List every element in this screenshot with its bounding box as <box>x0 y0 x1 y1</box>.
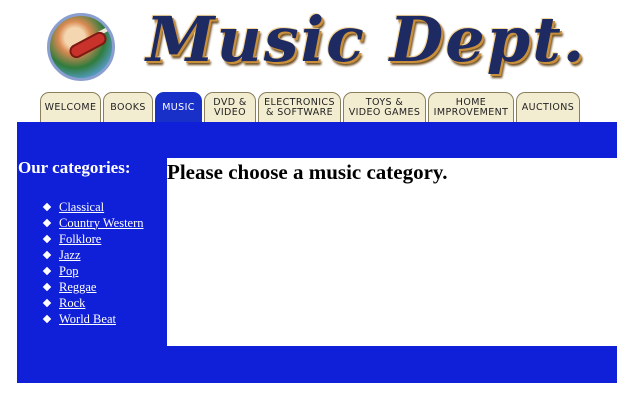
page-title: Music Dept. <box>146 3 587 76</box>
bullet-icon <box>42 202 52 212</box>
list-item: World Beat <box>42 311 144 327</box>
bullet-icon <box>42 282 52 292</box>
list-item: Country Western <box>42 215 144 231</box>
list-item: Reggae <box>42 279 144 295</box>
tab-music[interactable]: MUSIC <box>155 92 202 122</box>
page: Music Dept. WELCOME BOOKS MUSIC DVD & VI… <box>0 0 640 400</box>
category-link-reggae[interactable]: Reggae <box>59 280 96 295</box>
category-link-world-beat[interactable]: World Beat <box>59 312 116 327</box>
guitar-logo-icon <box>47 13 115 81</box>
main-content: Please choose a music category. <box>167 158 617 346</box>
category-link-pop[interactable]: Pop <box>59 264 78 279</box>
bullet-icon <box>42 298 52 308</box>
bullet-icon <box>42 314 52 324</box>
bullet-icon <box>42 234 52 244</box>
tab-electronics-software[interactable]: ELECTRONICS & SOFTWARE <box>258 92 341 122</box>
category-link-folklore[interactable]: Folklore <box>59 232 101 247</box>
tab-books[interactable]: BOOKS <box>103 92 153 122</box>
category-link-rock[interactable]: Rock <box>59 296 85 311</box>
content-heading: Please choose a music category. <box>167 160 448 184</box>
tab-home-improvement[interactable]: HOME IMPROVEMENT <box>428 92 514 122</box>
list-item: Pop <box>42 263 144 279</box>
tab-toys-video-games[interactable]: TOYS & VIDEO GAMES <box>343 92 426 122</box>
nav-tabs: WELCOME BOOKS MUSIC DVD & VIDEO ELECTRON… <box>40 92 582 122</box>
tab-dvd-video[interactable]: DVD & VIDEO <box>204 92 256 122</box>
bullet-icon <box>42 266 52 276</box>
guitar-body <box>67 29 109 61</box>
list-item: Rock <box>42 295 144 311</box>
sidebar-title: Our categories: <box>18 158 131 177</box>
list-item: Classical <box>42 199 144 215</box>
category-list: Classical Country Western Folklore Jazz … <box>42 199 144 327</box>
bullet-icon <box>42 218 52 228</box>
tab-welcome[interactable]: WELCOME <box>40 92 101 122</box>
list-item: Jazz <box>42 247 144 263</box>
bullet-icon <box>42 250 52 260</box>
category-link-classical[interactable]: Classical <box>59 200 104 215</box>
category-link-jazz[interactable]: Jazz <box>59 248 81 263</box>
category-link-country-western[interactable]: Country Western <box>59 216 144 231</box>
list-item: Folklore <box>42 231 144 247</box>
tab-auctions[interactable]: AUCTIONS <box>516 92 580 122</box>
